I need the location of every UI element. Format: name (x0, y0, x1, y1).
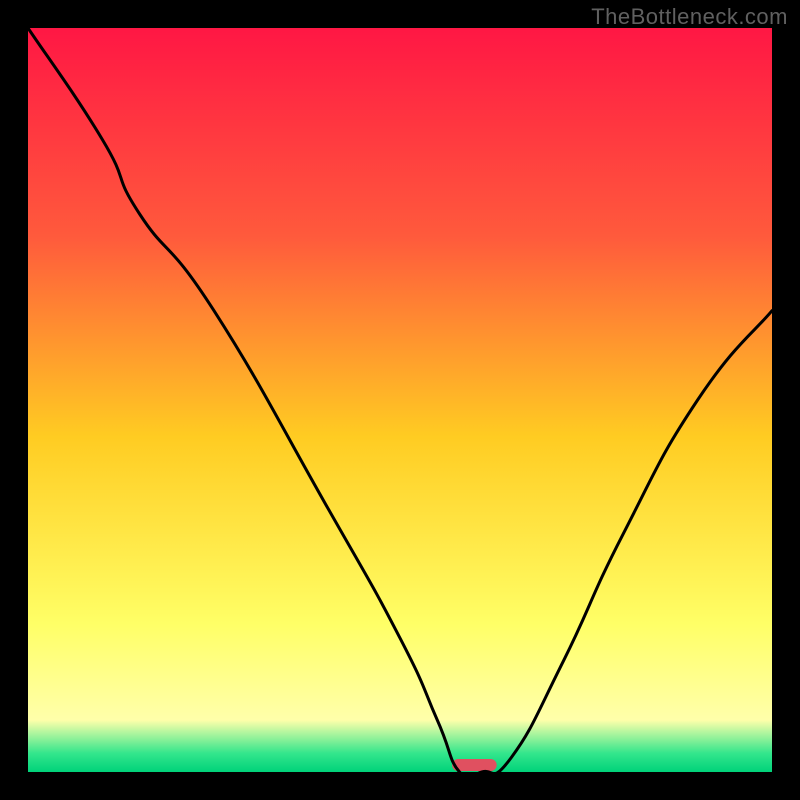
watermark-text: TheBottleneck.com (591, 4, 788, 30)
plot-area (28, 28, 772, 772)
gradient-background (28, 28, 772, 772)
chart-frame: TheBottleneck.com (0, 0, 800, 800)
chart-svg (28, 28, 772, 772)
